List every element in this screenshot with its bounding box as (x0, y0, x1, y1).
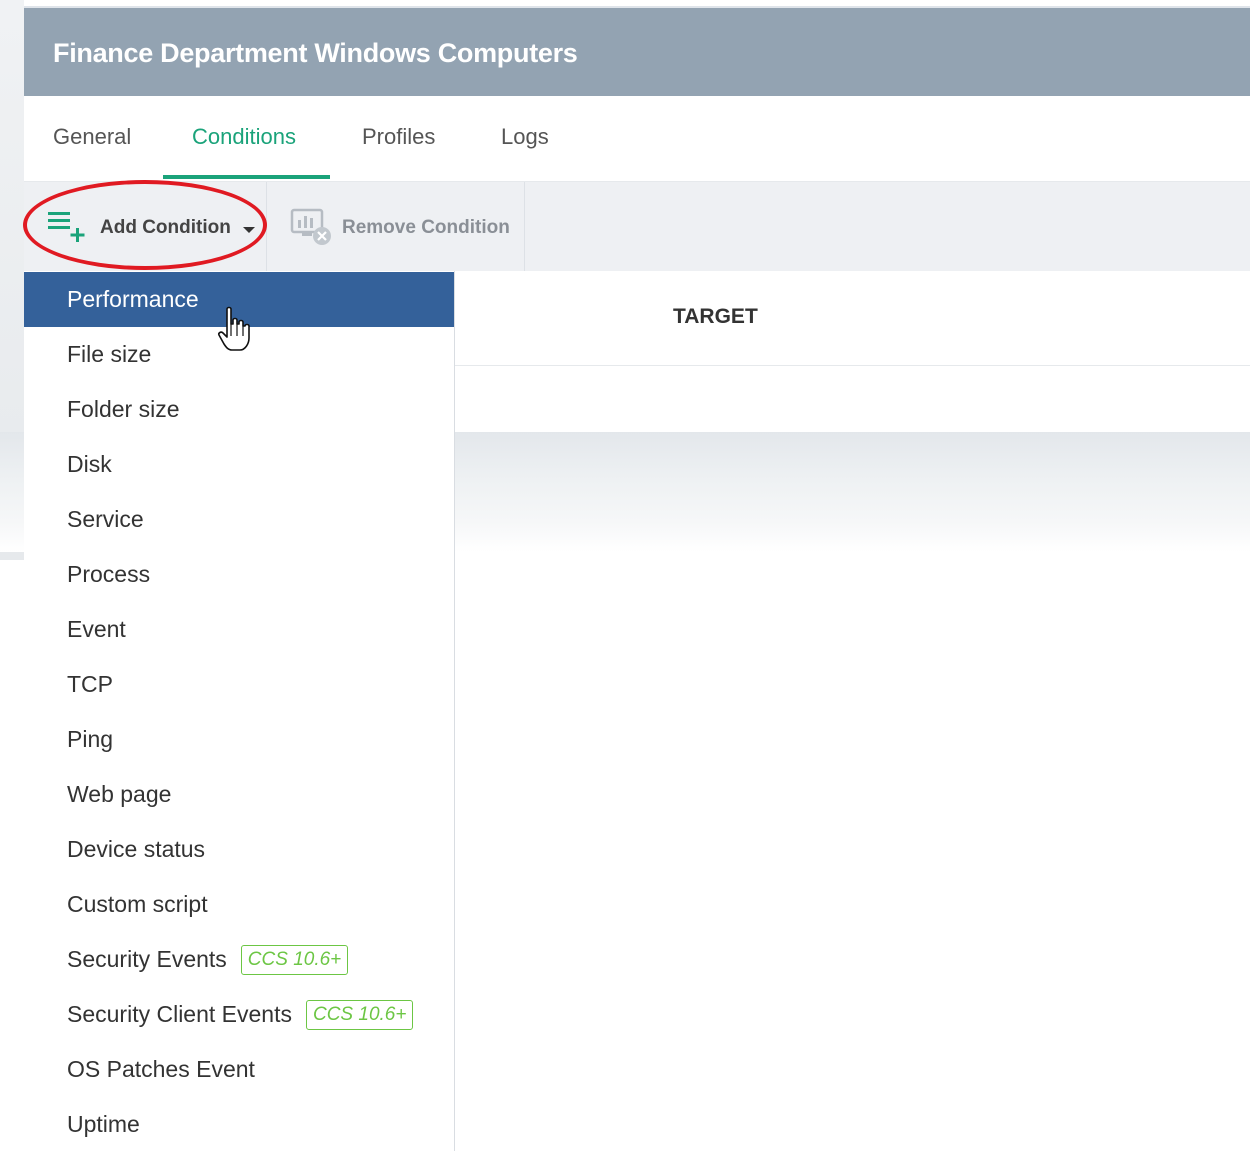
menu-item-label: Security Events (67, 946, 227, 972)
menu-item-label: Security Client Events (67, 1001, 292, 1027)
menu-item-web-page[interactable]: Web page (24, 767, 454, 822)
hand-pointer-icon (216, 306, 252, 359)
menu-item-service[interactable]: Service (24, 492, 454, 547)
menu-item-security-client-events[interactable]: Security Client Events CCS 10.6+ (24, 987, 454, 1042)
tab-bar: General Conditions Profiles Logs (24, 96, 1250, 182)
tab-general[interactable]: General (53, 124, 131, 150)
menu-item-ping[interactable]: Ping (24, 712, 454, 767)
content-area (454, 552, 1250, 1151)
menu-item-label: Performance (67, 286, 199, 312)
menu-item-device-status[interactable]: Device status (24, 822, 454, 877)
column-header-target[interactable]: TARGET (673, 305, 758, 329)
menu-item-label: TCP (67, 671, 113, 697)
menu-item-label: Folder size (67, 396, 180, 422)
menu-item-label: Web page (67, 781, 172, 807)
tab-conditions[interactable]: Conditions (192, 124, 296, 150)
version-badge: CCS 10.6+ (240, 944, 349, 975)
menu-item-folder-size[interactable]: Folder size (24, 382, 454, 437)
menu-item-disk[interactable]: Disk (24, 437, 454, 492)
menu-item-security-events[interactable]: Security Events CCS 10.6+ (24, 932, 454, 987)
menu-item-label: File size (67, 341, 152, 367)
menu-item-label: Disk (67, 451, 112, 477)
menu-item-os-patches-event[interactable]: OS Patches Event (24, 1042, 454, 1097)
menu-item-label: Custom script (67, 891, 208, 917)
tab-profiles[interactable]: Profiles (362, 124, 435, 150)
menu-item-label: Event (67, 616, 126, 642)
active-tab-indicator (163, 175, 330, 179)
add-condition-dropdown: Performance File size Folder size Disk S… (24, 271, 455, 1151)
monitor-remove-icon (290, 206, 334, 251)
table-row (454, 366, 1250, 432)
page-header: Finance Department Windows Computers (24, 6, 1250, 96)
menu-item-label: Uptime (67, 1111, 140, 1137)
menu-item-event[interactable]: Event (24, 602, 454, 657)
version-badge: CCS 10.6+ (305, 999, 414, 1030)
table-header: TARGET (454, 271, 1250, 366)
tab-logs[interactable]: Logs (501, 124, 549, 150)
menu-item-label: Process (67, 561, 151, 587)
remove-condition-button[interactable]: Remove Condition (290, 208, 510, 248)
menu-item-process[interactable]: Process (24, 547, 454, 602)
annotation-highlight-ellipse (23, 180, 267, 270)
remove-condition-label: Remove Condition (342, 217, 510, 238)
menu-item-label: Device status (67, 836, 206, 862)
menu-item-tcp[interactable]: TCP (24, 657, 454, 712)
menu-item-label: Service (67, 506, 144, 532)
page-title: Finance Department Windows Computers (53, 38, 578, 68)
menu-item-custom-script[interactable]: Custom script (24, 877, 454, 932)
menu-item-label: OS Patches Event (67, 1056, 255, 1082)
toolbar-divider (524, 182, 525, 271)
menu-item-label: Ping (67, 726, 114, 752)
menu-item-uptime[interactable]: Uptime (24, 1097, 454, 1151)
